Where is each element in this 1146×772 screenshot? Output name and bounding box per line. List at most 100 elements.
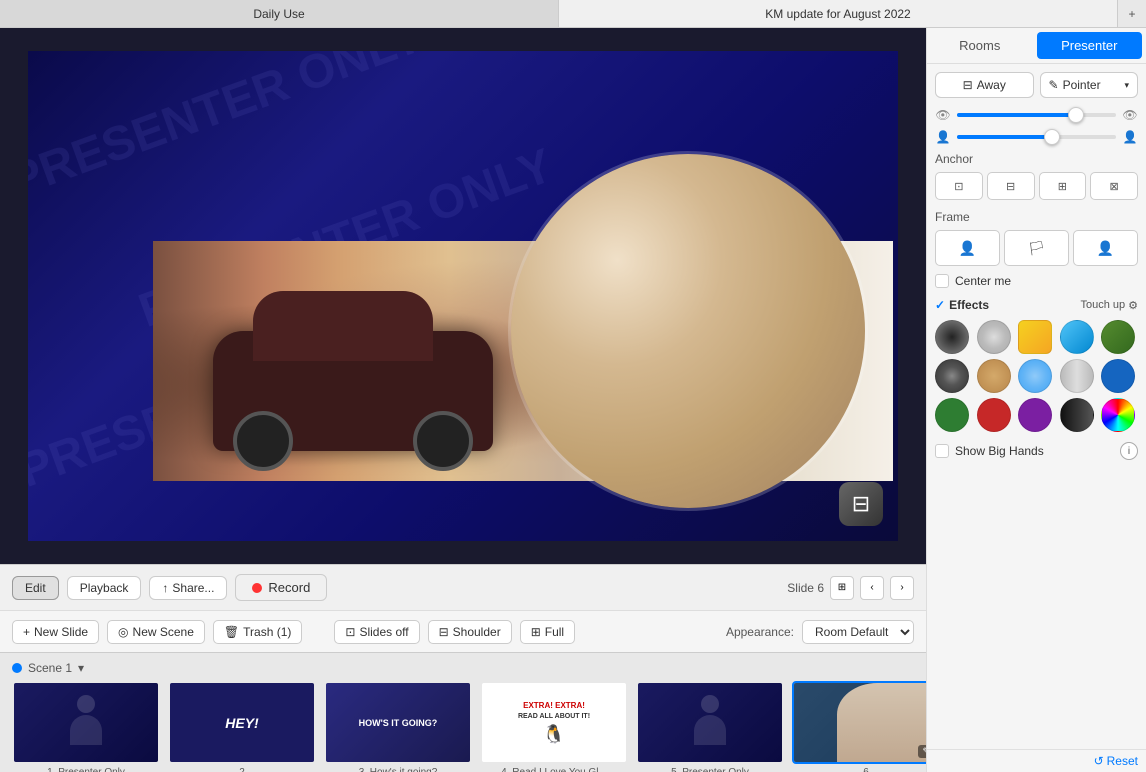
center-me-label: Center me <box>955 274 1011 288</box>
car-wheel-right <box>413 411 473 471</box>
pointer-button[interactable]: ✎ Pointer ▾ <box>1040 72 1139 98</box>
reset-button[interactable]: ↺ Reset <box>1094 754 1138 768</box>
panel-tabs: Rooms Presenter <box>927 28 1146 64</box>
scene-bar: + New Slide ◎ New Scene 🗑 Trash (1) ⊡ Sl… <box>0 610 926 652</box>
frame-label: Frame <box>935 210 1138 224</box>
effect-green[interactable] <box>1101 320 1135 354</box>
slide-options-button[interactable]: ⊞ <box>830 576 854 600</box>
thumb-bg-4: EXTRA! EXTRA! READ ALL ABOUT IT! 🐧 <box>482 683 626 762</box>
new-tab-button[interactable]: + <box>1118 0 1146 27</box>
reset-row: ↺ Reset <box>927 749 1146 772</box>
scene-label: Scene 1 <box>28 661 72 675</box>
anchor-bottomright-button[interactable]: ⊠ <box>1090 172 1138 200</box>
effects-checkmark: ✓ <box>935 298 945 312</box>
slide-canvas: PRESENTER ONLY PRESENTER ONLY PRESENTER … <box>28 51 898 541</box>
slides-off-button[interactable]: ⊡ Slides off <box>334 620 419 644</box>
keynote-logo: ⊟ <box>839 482 883 526</box>
away-button[interactable]: ⊟ Away <box>935 72 1034 98</box>
touch-up-label: Touch up <box>1080 299 1125 311</box>
shoulder-button[interactable]: ⊟ Shoulder <box>428 620 512 644</box>
share-icon: ↑ <box>162 581 168 595</box>
rooms-tab[interactable]: Rooms <box>927 28 1033 63</box>
brightness-thumb[interactable] <box>1068 107 1084 123</box>
person-head-1 <box>77 695 95 713</box>
touch-up-row: Touch up ⚙ <box>1080 299 1138 312</box>
anchor-topright-button[interactable]: ⊞ <box>1039 172 1087 200</box>
slide-thumb-2[interactable]: HEY! 2 <box>168 681 316 772</box>
effect-purple[interactable] <box>1018 398 1052 432</box>
record-button[interactable]: Record <box>235 574 327 601</box>
playback-button[interactable]: Playback <box>67 576 142 600</box>
slide-label-3: 3. How's it going? <box>359 767 438 772</box>
effect-gray[interactable] <box>1060 359 1094 393</box>
edit-button[interactable]: Edit <box>12 576 59 600</box>
full-icon: ⊞ <box>531 625 541 639</box>
effect-blue[interactable] <box>1101 359 1135 393</box>
size-thumb[interactable] <box>1044 129 1060 145</box>
slide-thumb-img-5 <box>636 681 784 764</box>
size-slider-row: 👤 👤 <box>935 130 1138 144</box>
effect-rainbow[interactable] <box>1101 398 1135 432</box>
frame-person-button[interactable]: 👤 <box>935 230 1000 266</box>
appearance-select[interactable]: Room Default <box>802 620 914 644</box>
slide-thumb-1[interactable]: 1. Presenter Only <box>12 681 160 772</box>
presenter-tab[interactable]: Presenter <box>1037 32 1143 59</box>
right-panel: Rooms Presenter ⊟ Away ✎ Pointer ▾ 👁 <box>926 28 1146 772</box>
slide-thumb-3[interactable]: HOW'S IT GOING? 3. How's it going? <box>324 681 472 772</box>
effect-blue-circle[interactable] <box>1060 320 1094 354</box>
slide-label-2: 2 <box>239 767 245 772</box>
center-me-checkbox[interactable] <box>935 274 949 288</box>
new-slide-icon: + <box>23 625 30 639</box>
effects-label: Effects <box>949 298 989 312</box>
record-dot <box>252 583 262 593</box>
pointer-dropdown-icon: ▾ <box>1124 80 1129 91</box>
frame-options: 👤 🏳 👤 <box>935 230 1138 266</box>
anchor-topleft-button[interactable]: ⊡ <box>935 172 983 200</box>
appearance-group: Appearance: Room Default <box>726 620 914 644</box>
effect-black[interactable] <box>1060 398 1094 432</box>
effect-blur[interactable] <box>977 320 1011 354</box>
effects-grid <box>935 320 1138 432</box>
next-slide-button[interactable]: › <box>890 576 914 600</box>
thumb-person <box>837 683 926 762</box>
effect-dark-vignette[interactable] <box>935 320 969 354</box>
full-button[interactable]: ⊞ Full <box>520 620 575 644</box>
share-button[interactable]: ↑ Share... <box>149 576 227 600</box>
canvas-area: PRESENTER ONLY PRESENTER ONLY PRESENTER … <box>0 28 926 564</box>
frame-full-button[interactable]: 👤 <box>1073 230 1138 266</box>
thumb-bg-6: ✎ <box>794 683 926 762</box>
big-hands-info-button[interactable]: i <box>1120 442 1138 460</box>
size-slider[interactable] <box>957 135 1116 139</box>
car-shape <box>213 331 493 451</box>
center-me-row: Center me <box>935 274 1138 288</box>
new-scene-button[interactable]: ◎ New Scene <box>107 620 205 644</box>
person-silhouette-1 <box>66 695 106 750</box>
effect-film[interactable] <box>935 359 969 393</box>
effect-cool[interactable] <box>1018 359 1052 393</box>
slide-thumb-4[interactable]: EXTRA! EXTRA! READ ALL ABOUT IT! 🐧 4. Re… <box>480 681 628 772</box>
tab-km-update[interactable]: KM update for August 2022 <box>559 0 1118 27</box>
effect-warm[interactable] <box>977 359 1011 393</box>
slide-label-5: 5. Presenter Only <box>671 767 749 772</box>
big-hands-checkbox[interactable] <box>935 444 949 458</box>
car-wheel-left <box>233 411 293 471</box>
tab-daily-use[interactable]: Daily Use <box>0 0 559 27</box>
effect-red[interactable] <box>977 398 1011 432</box>
brightness-slider[interactable] <box>957 113 1116 117</box>
touch-up-settings-icon[interactable]: ⚙ <box>1128 299 1138 312</box>
panel-content: ⊟ Away ✎ Pointer ▾ 👁 👁 <box>927 64 1146 749</box>
slide-thumb-5[interactable]: 5. Presenter Only <box>636 681 784 772</box>
pointer-icon: ✎ <box>1049 78 1059 92</box>
anchor-topcenter-button[interactable]: ⊟ <box>987 172 1035 200</box>
slide-thumb-6[interactable]: ✎ 6 <box>792 681 926 772</box>
new-slide-button[interactable]: + New Slide <box>12 620 99 644</box>
anchor-options: ⊡ ⊟ ⊞ ⊠ <box>935 172 1138 200</box>
trash-button[interactable]: 🗑 Trash (1) <box>213 620 302 644</box>
effect-yellow-square[interactable] <box>1018 320 1052 354</box>
slide-thumb-img-4: EXTRA! EXTRA! READ ALL ABOUT IT! 🐧 <box>480 681 628 764</box>
frame-upper-button[interactable]: 🏳 <box>1004 230 1069 266</box>
effect-green2[interactable] <box>935 398 969 432</box>
prev-slide-button[interactable]: ‹ <box>860 576 884 600</box>
slides-off-icon: ⊡ <box>345 625 355 639</box>
reset-icon: ↺ <box>1094 754 1104 768</box>
